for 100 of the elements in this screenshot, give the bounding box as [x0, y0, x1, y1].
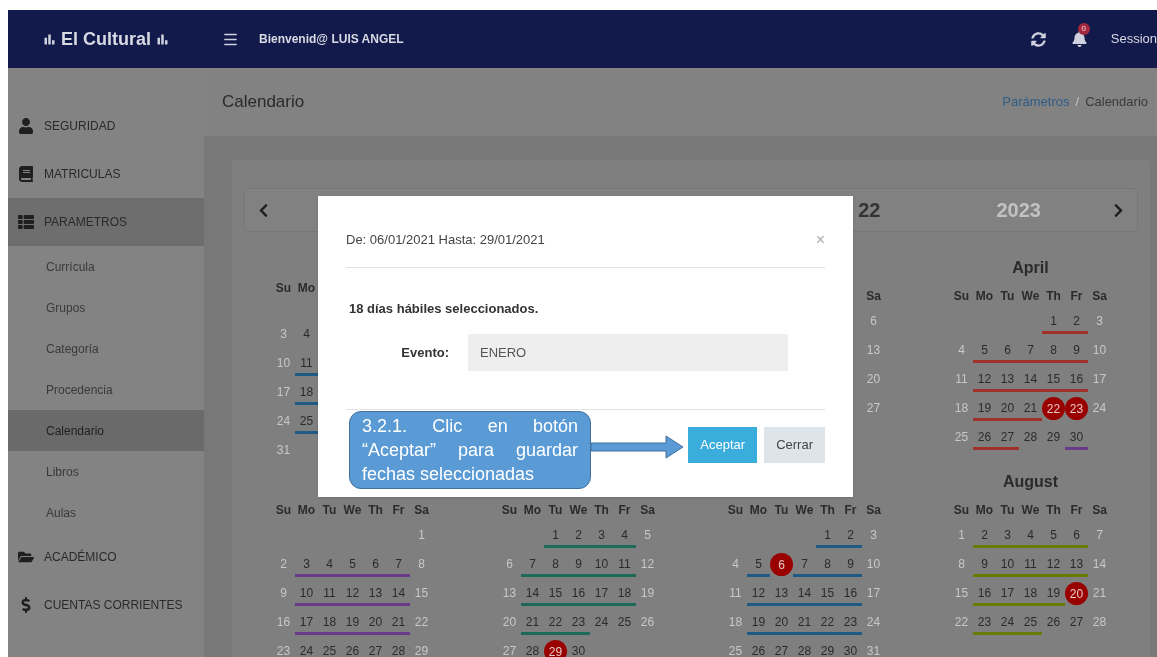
- day-number[interactable]: 1: [418, 528, 425, 542]
- day-number[interactable]: 19: [977, 401, 992, 415]
- day-number[interactable]: 17: [1092, 372, 1107, 386]
- day-number[interactable]: 8: [552, 557, 559, 571]
- sidebar-subitem[interactable]: Procedencia: [8, 369, 204, 410]
- day-number[interactable]: 24: [1092, 401, 1107, 415]
- day-number[interactable]: 18: [1023, 586, 1038, 600]
- sidebar-item[interactable]: CUENTAS CORRIENTES: [8, 581, 204, 629]
- day-number[interactable]: 12: [345, 586, 360, 600]
- day-number[interactable]: 5: [1050, 528, 1057, 542]
- day-number[interactable]: 7: [801, 557, 808, 571]
- day-number[interactable]: 18: [299, 385, 314, 399]
- day-number[interactable]: 1: [1050, 314, 1057, 328]
- notifications-button[interactable]: [1071, 31, 1087, 47]
- day-number[interactable]: 2: [1073, 314, 1080, 328]
- day-number[interactable]: 6: [506, 557, 513, 571]
- day-number[interactable]: 16: [843, 586, 858, 600]
- day-number[interactable]: 16: [571, 586, 586, 600]
- day-number[interactable]: 6: [1004, 343, 1011, 357]
- day-number[interactable]: 21: [391, 615, 406, 629]
- day-number[interactable]: 10: [594, 557, 609, 571]
- day-number[interactable]: 30: [571, 644, 586, 657]
- day-number[interactable]: 22: [820, 615, 835, 629]
- sidebar-item[interactable]: SEGURIDAD: [8, 102, 204, 150]
- day-number[interactable]: 17: [594, 586, 609, 600]
- day-number[interactable]: 28: [391, 644, 406, 657]
- day-number[interactable]: 4: [958, 343, 965, 357]
- day-number[interactable]: 24: [1000, 615, 1015, 629]
- day-number[interactable]: 18: [954, 401, 969, 415]
- day-number[interactable]: 5: [981, 343, 988, 357]
- day-number[interactable]: 2: [280, 557, 287, 571]
- day-number[interactable]: 26: [751, 644, 766, 657]
- sidebar-subitem[interactable]: Calendario: [8, 410, 204, 451]
- day-number[interactable]: 12: [977, 372, 992, 386]
- day-number[interactable]: 19: [1046, 586, 1061, 600]
- day-number[interactable]: 23: [276, 644, 291, 657]
- refresh-button[interactable]: [1030, 31, 1046, 47]
- day-number[interactable]: 12: [640, 557, 655, 571]
- day-number[interactable]: 29: [820, 644, 835, 657]
- day-number[interactable]: 11: [729, 586, 742, 600]
- day-number[interactable]: 30: [1069, 430, 1084, 444]
- day-number[interactable]: 9: [847, 557, 854, 571]
- day-number[interactable]: 15: [414, 586, 429, 600]
- day-number[interactable]: 4: [326, 557, 333, 571]
- holiday-date[interactable]: 23: [1065, 397, 1088, 420]
- day-number[interactable]: 8: [958, 557, 965, 571]
- day-number[interactable]: 13: [502, 586, 517, 600]
- day-number[interactable]: 15: [820, 586, 835, 600]
- day-number[interactable]: 3: [1096, 314, 1103, 328]
- day-number[interactable]: 28: [1092, 615, 1107, 629]
- day-number[interactable]: 10: [1000, 557, 1015, 571]
- day-number[interactable]: 6: [870, 314, 877, 328]
- day-number[interactable]: 20: [866, 372, 881, 386]
- day-number[interactable]: 4: [621, 528, 628, 542]
- holiday-date[interactable]: 20: [1065, 582, 1088, 605]
- day-number[interactable]: 3: [1004, 528, 1011, 542]
- day-number[interactable]: 27: [866, 401, 881, 415]
- sidebar-item[interactable]: MATRICULAS: [8, 150, 204, 198]
- day-number[interactable]: 1: [958, 528, 965, 542]
- day-number[interactable]: 11: [323, 586, 336, 600]
- day-number[interactable]: 10: [276, 356, 291, 370]
- day-number[interactable]: 18: [617, 586, 632, 600]
- day-number[interactable]: 29: [1046, 430, 1061, 444]
- day-number[interactable]: 17: [276, 385, 291, 399]
- day-number[interactable]: 8: [1050, 343, 1057, 357]
- day-number[interactable]: 4: [303, 327, 310, 341]
- day-number[interactable]: 26: [345, 644, 360, 657]
- day-number[interactable]: 27: [502, 644, 517, 657]
- day-number[interactable]: 21: [1092, 586, 1107, 600]
- day-number[interactable]: 26: [1046, 615, 1061, 629]
- day-number[interactable]: 23: [843, 615, 858, 629]
- day-number[interactable]: 16: [977, 586, 992, 600]
- day-number[interactable]: 22: [548, 615, 563, 629]
- day-number[interactable]: 7: [1096, 528, 1103, 542]
- day-number[interactable]: 16: [276, 615, 291, 629]
- day-number[interactable]: 24: [299, 644, 314, 657]
- day-number[interactable]: 25: [322, 644, 337, 657]
- day-number[interactable]: 22: [414, 615, 429, 629]
- day-number[interactable]: 14: [391, 586, 406, 600]
- day-number[interactable]: 26: [977, 430, 992, 444]
- day-number[interactable]: 17: [1000, 586, 1015, 600]
- day-number[interactable]: 12: [1046, 557, 1061, 571]
- day-number[interactable]: 15: [548, 586, 563, 600]
- day-number[interactable]: 25: [1023, 615, 1038, 629]
- day-number[interactable]: 26: [640, 615, 655, 629]
- day-number[interactable]: 31: [276, 443, 291, 457]
- day-number[interactable]: 6: [372, 557, 379, 571]
- day-number[interactable]: 28: [525, 644, 540, 657]
- day-number[interactable]: 3: [280, 327, 287, 341]
- close-button[interactable]: ×: [815, 227, 825, 252]
- previous-year-button[interactable]: [257, 202, 270, 218]
- close-dialog-button[interactable]: Cerrar: [764, 427, 825, 463]
- day-number[interactable]: 11: [618, 557, 631, 571]
- day-number[interactable]: 7: [395, 557, 402, 571]
- day-number[interactable]: 19: [345, 615, 360, 629]
- day-number[interactable]: 9: [280, 586, 287, 600]
- sidebar-item[interactable]: PARAMETROS: [8, 198, 204, 246]
- day-number[interactable]: 27: [774, 644, 789, 657]
- day-number[interactable]: 11: [1024, 557, 1037, 571]
- day-number[interactable]: 20: [502, 615, 517, 629]
